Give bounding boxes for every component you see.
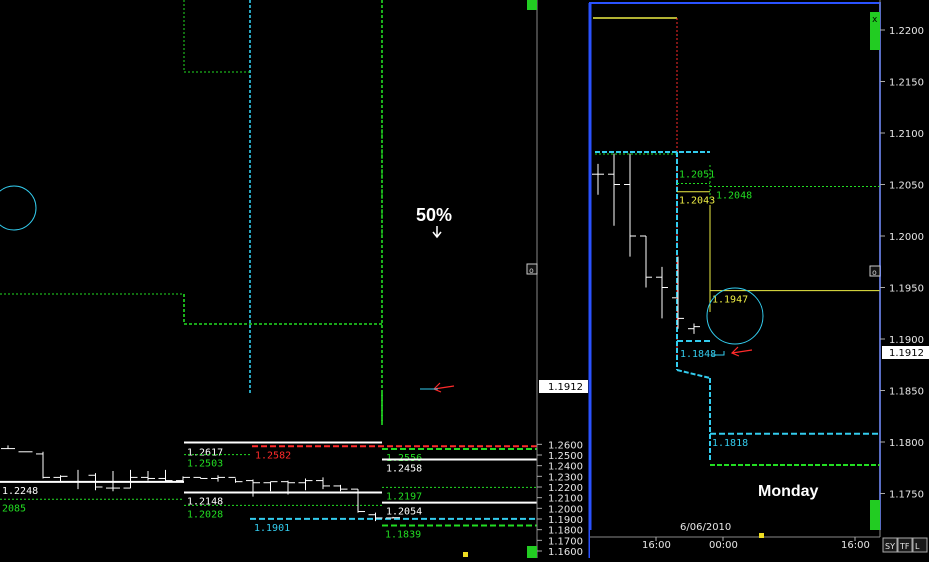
level-label-left-1: 1.2582 <box>255 450 291 461</box>
toolbar-button-label-l: L <box>915 542 920 551</box>
arrow-left-icon-right <box>730 346 753 357</box>
y-tick-label-right-2: 1.2100 <box>889 129 924 140</box>
scroll-top-left[interactable] <box>527 0 537 10</box>
highlight-circle-left <box>0 185 37 231</box>
toolbar-button-label-sy: SY <box>885 542 895 551</box>
zoom-handle-icon-right: o <box>872 268 877 277</box>
level-label-left-10: 1.2028 <box>187 509 223 520</box>
level-label-left-7: 1.2148 <box>187 497 223 508</box>
right-panel-border <box>589 2 881 534</box>
annotation-monday: Monday <box>758 483 819 500</box>
level-label-left-12: 1.1839 <box>385 530 421 541</box>
scroll-marker-left[interactable] <box>463 552 468 557</box>
y-tick-label-left-0: 1.2600 <box>548 440 583 451</box>
y-tick-label-left-9: 1.1700 <box>548 536 583 547</box>
y-tick-label-left-8: 1.1800 <box>548 526 583 537</box>
level-label-left-4: 1.2458 <box>386 463 422 474</box>
level-label-right-5: 1.1818 <box>712 438 748 449</box>
y-tick-label-right-3: 1.2050 <box>889 181 924 192</box>
level-label-right-1: 1.2048 <box>716 191 752 202</box>
y-tick-label-left-4: 1.2200 <box>548 483 583 494</box>
date-label: 6/06/2010 <box>680 522 731 533</box>
y-tick-label-left-10: 1.1600 <box>548 547 583 558</box>
level-label-left-6: 1.2197 <box>386 491 422 502</box>
y-tick-label-left-5: 1.2100 <box>548 494 583 505</box>
x-tick-label-right-2: 16:00 <box>841 540 870 551</box>
level-label-left-5: 1.2248 <box>2 486 38 497</box>
r-cyan-step <box>676 369 711 379</box>
zoom-handle-icon-left: o <box>529 266 534 275</box>
y-tick-label-right-4: 1.2000 <box>889 232 924 243</box>
level-label-right-2: 1.2043 <box>679 196 715 207</box>
y-tick-label-left-3: 1.2300 <box>548 472 583 483</box>
level-label-right-0: 1.2051 <box>679 169 715 180</box>
y-tick-label-left-2: 1.2400 <box>548 462 583 473</box>
level-label-left-11: 1.1901 <box>254 523 290 534</box>
chart-svg: 1.26171.25821.25561.25031.24581.22481.21… <box>0 0 929 558</box>
scroll-bottom-left[interactable] <box>527 546 537 558</box>
level-label-left-3: 1.2503 <box>187 459 223 470</box>
y-tick-label-left-1: 1.2500 <box>548 451 583 462</box>
chart-window: 1.26171.25821.25561.25031.24581.22481.21… <box>0 0 929 558</box>
level-label-left-0: 1.2617 <box>187 448 223 459</box>
level-label-right-4: 1.1848 <box>680 349 716 360</box>
y-tick-label-right-5: 1.1950 <box>889 284 924 295</box>
level-label-left-9: 1.2054 <box>386 507 422 518</box>
scroll-bottom-right[interactable] <box>870 500 880 530</box>
y-tick-label-right-9: 1.1750 <box>889 490 924 501</box>
down-arrow-icon <box>432 226 442 239</box>
y-tick-label-right-8: 1.1800 <box>889 438 924 449</box>
x-tick-label-right-0: 16:00 <box>642 540 671 551</box>
toolbar-button-label-tf: TF <box>899 542 910 551</box>
level-label-left-8: 2085 <box>2 503 26 514</box>
level-label-right-3: 1.1947 <box>712 295 748 306</box>
y-tick-label-right-6: 1.1900 <box>889 335 924 346</box>
close-icon: x <box>872 15 878 25</box>
y-tick-label-right-7: 1.1850 <box>889 387 924 398</box>
arrow-left-icon <box>432 382 455 393</box>
y-tick-label-left-7: 1.1900 <box>548 515 583 526</box>
price-box-label-left: 1.1912 <box>548 382 583 393</box>
x-tick-label-right-1: 00:00 <box>709 540 738 551</box>
annotation-50pct: 50% <box>416 205 452 225</box>
y-tick-label-left-6: 1.2000 <box>548 504 583 515</box>
scroll-marker-right[interactable] <box>759 533 764 538</box>
price-box-label-right: 1.1912 <box>889 348 924 359</box>
y-tick-label-right-1: 1.2150 <box>889 78 924 89</box>
y-tick-label-right-0: 1.2200 <box>889 26 924 37</box>
